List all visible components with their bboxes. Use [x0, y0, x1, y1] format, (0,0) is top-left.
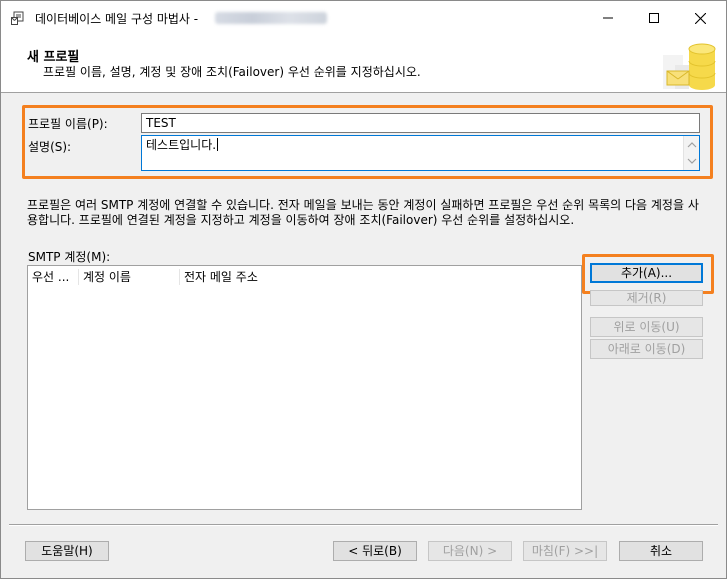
- remove-account-button[interactable]: 제거(R): [590, 290, 703, 306]
- wizard-header: 새 프로필 프로필 이름, 설명, 계정 및 장애 조치(Failover) 우…: [1, 35, 726, 93]
- back-button[interactable]: < 뒤로(B): [333, 541, 417, 561]
- window-title: 데이터베이스 메일 구성 마법사 -: [35, 12, 199, 26]
- close-button[interactable]: [677, 1, 723, 35]
- text-caret: [217, 138, 219, 151]
- move-up-button[interactable]: 위로 이동(U): [590, 317, 703, 337]
- scroll-up-icon: [687, 142, 697, 148]
- title-bar[interactable]: 데이터베이스 메일 구성 마법사 -: [1, 1, 726, 35]
- profile-name-label: 프로필 이름(P):: [28, 117, 108, 131]
- minimize-button[interactable]: [585, 1, 631, 35]
- footer-separator: [9, 524, 718, 526]
- profile-desc-textarea[interactable]: 테스트입니다.: [141, 135, 700, 171]
- scroll-down-icon: [687, 158, 697, 164]
- smtp-accounts-label: SMTP 계정(M):: [28, 250, 111, 264]
- profile-desc-value: 테스트입니다.: [146, 138, 217, 152]
- move-down-button[interactable]: 아래로 이동(D): [590, 339, 703, 359]
- page-subtitle: 프로필 이름, 설명, 계정 및 장애 조치(Failover) 우선 순위를 …: [43, 65, 421, 79]
- info-text: 프로필은 여러 SMTP 계정에 연결할 수 있습니다. 전자 메일을 보내는 …: [27, 198, 699, 227]
- column-account-name[interactable]: 계정 이름: [79, 268, 179, 286]
- database-banner-icon: [661, 41, 723, 91]
- close-icon: [694, 12, 706, 24]
- wizard-window: 데이터베이스 메일 구성 마법사 - 새 프로필 프로필 이름, 설명, 계정 …: [0, 0, 727, 579]
- minimize-icon: [603, 17, 613, 19]
- maximize-button[interactable]: [631, 1, 677, 35]
- desc-scrollbar[interactable]: [683, 136, 699, 170]
- maximize-icon: [649, 13, 659, 23]
- profile-name-input[interactable]: TEST: [141, 113, 700, 133]
- column-email-address[interactable]: 전자 메일 주소: [180, 268, 380, 286]
- profile-desc-label: 설명(S):: [28, 140, 72, 154]
- next-button[interactable]: 다음(N) >: [428, 541, 512, 561]
- cancel-button[interactable]: 취소: [619, 541, 703, 561]
- column-priority[interactable]: 우선 ...: [28, 268, 78, 286]
- database-mail-icon: [11, 11, 24, 25]
- smtp-accounts-list[interactable]: 우선 ... 계정 이름 전자 메일 주소: [27, 265, 582, 510]
- help-button[interactable]: 도움말(H): [25, 541, 109, 561]
- add-account-button[interactable]: 추가(A)...: [590, 263, 703, 283]
- redacted-server-name: [215, 12, 327, 24]
- finish-button[interactable]: 마침(F) >>|: [523, 541, 607, 561]
